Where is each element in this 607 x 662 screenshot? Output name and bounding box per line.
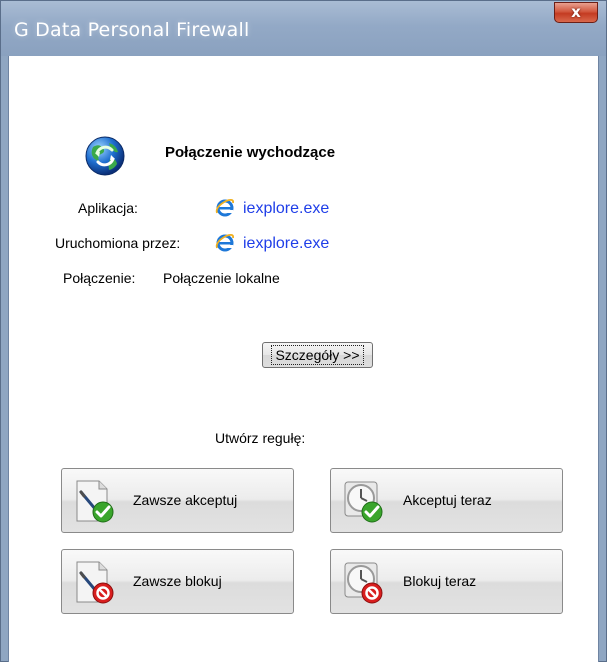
launched-by-link[interactable]: iexplore.exe	[243, 235, 329, 253]
document-block-icon	[76, 561, 114, 604]
always-accept-label: Zawsze akceptuj	[133, 492, 238, 508]
firewall-dialog: G Data Personal Firewall x Połączenie wy…	[0, 0, 607, 662]
accept-now-label: Akceptuj teraz	[403, 492, 492, 508]
accept-now-button[interactable]: Akceptuj teraz	[330, 468, 563, 533]
connection-value: Połączenie lokalne	[163, 270, 280, 286]
clock-block-icon	[344, 562, 383, 604]
clock-check-icon	[344, 481, 383, 523]
details-button-label: Szczegóły >>	[271, 345, 364, 365]
document-check-icon	[76, 480, 114, 523]
close-button[interactable]: x	[554, 2, 598, 23]
internet-explorer-icon	[215, 233, 235, 252]
connection-label: Połączenie:	[63, 270, 136, 286]
block-now-button[interactable]: Blokuj teraz	[330, 549, 563, 614]
globe-icon	[85, 136, 125, 176]
block-now-label: Blokuj teraz	[403, 573, 477, 589]
launched-by-label: Uruchomiona przez:	[55, 235, 181, 251]
application-link[interactable]: iexplore.exe	[243, 200, 329, 218]
always-accept-button[interactable]: Zawsze akceptuj	[61, 468, 294, 533]
always-block-button[interactable]: Zawsze blokuj	[61, 549, 294, 614]
details-button[interactable]: Szczegóły >>	[262, 342, 373, 368]
always-block-label: Zawsze blokuj	[133, 573, 222, 589]
title-bar[interactable]: G Data Personal Firewall x	[1, 1, 606, 56]
create-rule-heading: Utwórz regułę:	[215, 430, 306, 446]
connection-heading: Połączenie wychodzące	[165, 144, 336, 161]
dialog-content: Połączenie wychodzące Aplikacja: iexplor…	[8, 56, 599, 662]
close-icon: x	[571, 3, 581, 21]
internet-explorer-icon	[215, 198, 235, 217]
application-label: Aplikacja:	[78, 200, 138, 216]
window-title: G Data Personal Firewall	[14, 19, 250, 41]
